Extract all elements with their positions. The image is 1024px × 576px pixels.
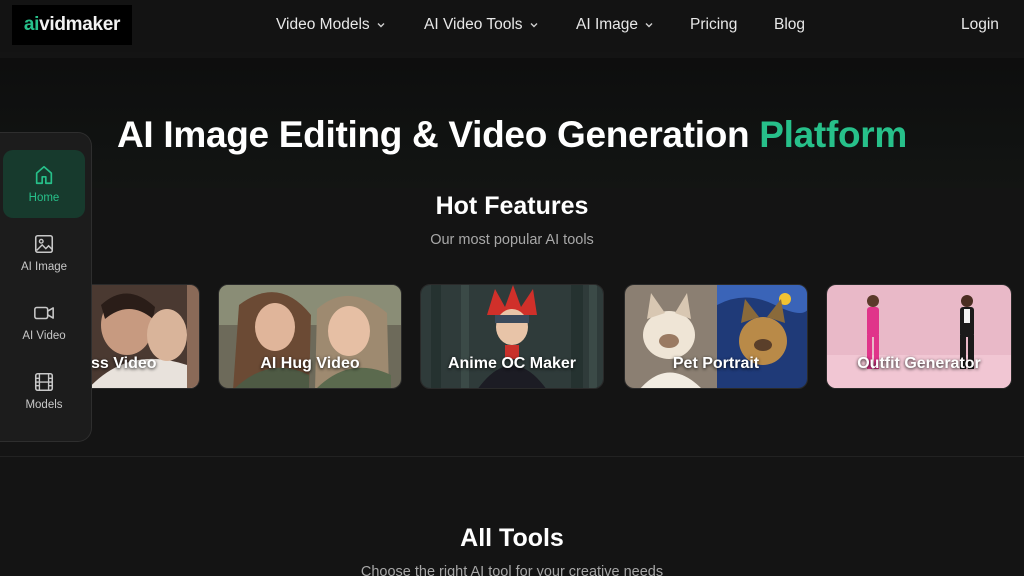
nav-blog[interactable]: Blog [774,16,805,34]
hot-features-title: Hot Features [435,192,589,220]
hot-features-subtitle: Our most popular AI tools [430,232,594,248]
video-camera-icon [33,302,55,324]
feature-card-label: ss Video [91,355,157,372]
pet-portrait-thumbnail [625,285,807,388]
nav-blog-label: Blog [774,16,806,33]
all-tools-title: All Tools [460,524,564,552]
sidebar-item-label: Models [25,399,63,411]
section-divider [0,456,1024,457]
nav-video-models-label: Video Models [276,16,370,33]
chevron-down-icon [376,20,386,30]
nav-ai-video-tools[interactable]: AI Video Tools [424,16,539,34]
all-tools-subtitle: Choose the right AI tool for your creati… [360,564,664,576]
login-label: Login [961,16,999,33]
film-icon [33,371,55,393]
hero-title-accent: Platform [759,114,907,155]
login-button[interactable]: Login [961,16,999,34]
nav-ai-video-tools-label: AI Video Tools [424,16,523,33]
feature-card-label: AI Hug Video [260,355,360,372]
chevron-down-icon [529,20,539,30]
feature-card-ai-hug-video[interactable]: AI Hug Video [218,284,402,389]
outfit-generator-thumbnail [827,285,1011,388]
anime-oc-maker-thumbnail [421,285,603,388]
top-navbar: ai vidmaker Video Models AI Video Tools A… [0,0,1024,52]
hero-title: AI Image Editing & Video Generation Plat… [0,114,1024,156]
nav-pricing[interactable]: Pricing [690,16,737,34]
feature-card-pet-portrait[interactable]: Pet Portrait [624,284,808,389]
chevron-down-icon [644,20,654,30]
nav-ai-image[interactable]: AI Image [576,16,654,34]
image-icon [33,233,55,255]
sidebar-item-home[interactable]: Home [3,150,85,218]
feature-card-anime-oc-maker[interactable]: Anime OC Maker [420,284,604,389]
hero-title-main: AI Image Editing & Video Generation [117,114,760,155]
nav-pricing-label: Pricing [690,16,738,33]
sidebar-item-models[interactable]: Models [3,357,85,425]
feature-card-outfit-generator[interactable]: Outfit Generator [826,284,1012,389]
sidebar-item-label: Home [28,192,60,204]
feature-card-label: Anime OC Maker [447,355,577,372]
home-icon [33,164,55,186]
sidebar-item-label: AI Video [22,330,66,342]
feature-card-label: Outfit Generator [857,355,981,372]
feature-card-label: Pet Portrait [672,355,760,372]
sidebar: Home AI Image AI Video Models [0,132,92,442]
sidebar-item-label: AI Image [20,261,68,273]
nav-video-models[interactable]: Video Models [276,16,386,34]
nav-ai-image-label: AI Image [576,16,639,33]
ai-hug-video-thumbnail [219,285,401,388]
main-nav: Video Models AI Video Tools AI Image Pri… [0,0,1024,52]
sidebar-item-ai-video[interactable]: AI Video [3,288,85,356]
sidebar-item-ai-image[interactable]: AI Image [3,219,85,287]
